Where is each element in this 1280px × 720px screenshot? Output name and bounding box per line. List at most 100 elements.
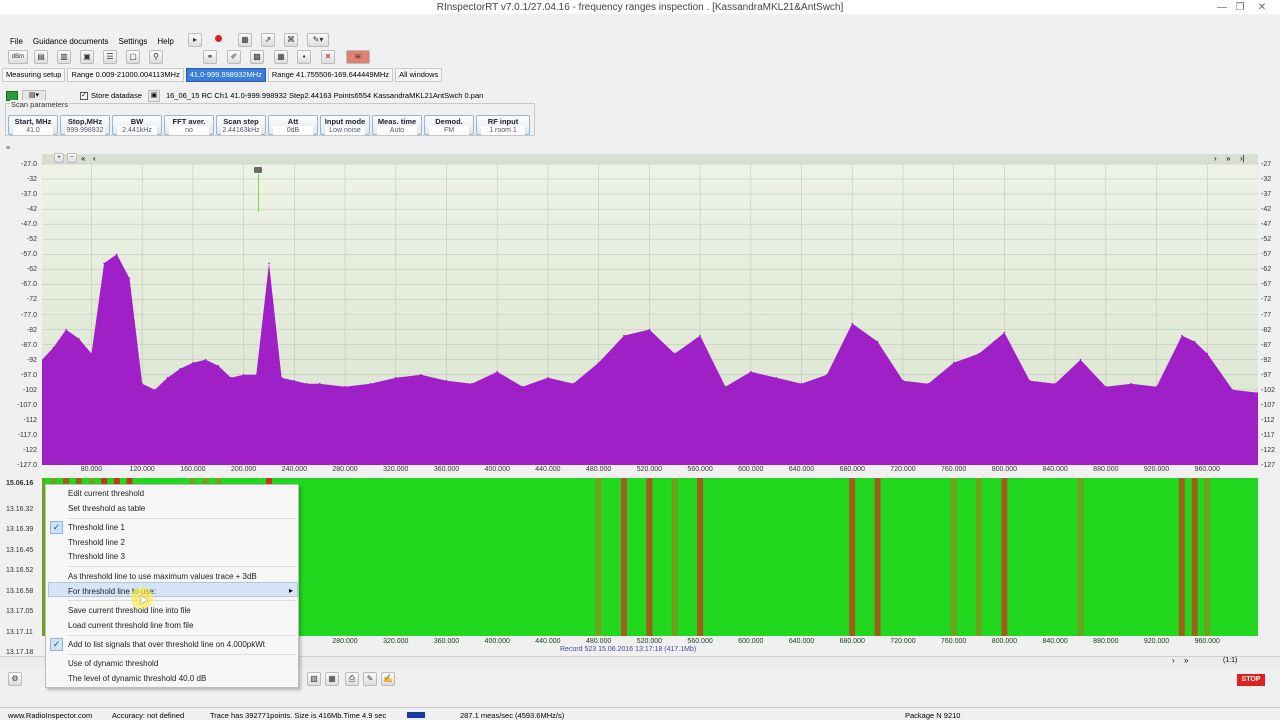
trace-point	[420, 373, 422, 376]
layout-icon[interactable]: ▤	[34, 50, 48, 64]
param-bw[interactable]: BW 2.441kHz	[112, 115, 162, 135]
status-site[interactable]: www.RadioInspector.com	[8, 708, 92, 720]
maximize-button[interactable]: ❐	[1230, 1, 1250, 14]
edit-icon[interactable]: ✐	[227, 50, 241, 64]
menu-item-dynamic-level[interactable]: The level of dynamic threshold 40.0 dB	[68, 674, 206, 683]
param-att[interactable]: Att 0dB	[268, 115, 318, 135]
tab-range-active[interactable]: 41.0-999.998932MHz	[185, 68, 266, 82]
zoom-in-icon[interactable]: +	[54, 153, 64, 163]
settings-icon[interactable]: ⚙	[8, 672, 22, 686]
trace-point	[90, 352, 93, 355]
menu-item-threshold-table[interactable]: Set threshold as table	[68, 504, 145, 513]
trace-point	[242, 373, 245, 376]
wf-scroll-last-icon[interactable]: »	[1184, 656, 1188, 665]
y-tick-label: -122	[22, 446, 37, 454]
menu-bar: File Guidance documents Settings Help	[0, 35, 174, 49]
waterfall-band	[1191, 478, 1198, 636]
scroll-first-icon[interactable]: «	[81, 154, 85, 163]
param-start[interactable]: Start, MHz 41.0	[8, 115, 58, 135]
status-bar: www.RadioInspector.com Accuracy: not def…	[0, 707, 1280, 720]
columns-icon[interactable]: ▥	[57, 50, 71, 64]
param-rf-input[interactable]: RF input 1 room 1	[476, 115, 530, 135]
tab-all-windows[interactable]: All windows	[395, 68, 443, 82]
trace-point	[128, 277, 131, 280]
marker-line	[258, 174, 259, 212]
y-tick-label: -57.0	[21, 251, 37, 259]
y-tick-label: -32	[26, 176, 37, 184]
tools-dropdown[interactable]: ✎▾	[307, 33, 329, 47]
waterfall-band	[1001, 478, 1008, 636]
unit-selector[interactable]: dBm	[8, 50, 28, 64]
minimize-button[interactable]: —	[1212, 1, 1232, 14]
chart-scrollbar[interactable]	[42, 154, 1258, 164]
stop-button[interactable]: STOP	[1237, 674, 1265, 686]
waterfall-x-label: 640.000	[788, 638, 815, 645]
y-tick-label-right: -82	[1261, 326, 1272, 334]
store-database-checkbox[interactable]: ✓	[80, 92, 88, 100]
param-scan-step[interactable]: Scan step 2.44163kHz	[216, 115, 266, 135]
menu-item-threshold-1[interactable]: Threshold line 1	[68, 523, 125, 532]
menu-help[interactable]: Help	[157, 35, 173, 49]
report-icon[interactable]: ▦	[325, 672, 339, 686]
trace-point	[78, 337, 80, 340]
tab-range-full[interactable]: Range 0.009-21000.004113MHz	[67, 68, 184, 82]
list-icon[interactable]: ☰	[103, 50, 117, 64]
menu-item-threshold-3[interactable]: Threshold line 3	[68, 552, 125, 561]
export-icon[interactable]: ⇗	[261, 33, 275, 47]
play-button[interactable]: ▸	[188, 33, 202, 47]
waterfall-time-label: 13.16.58	[6, 587, 34, 595]
scroll-left-icon[interactable]: ‹	[93, 154, 96, 163]
menu-item-max-trace[interactable]: As threshold line to use maximum values …	[68, 572, 257, 581]
close-button[interactable]: ✕	[1252, 1, 1272, 14]
param-demod[interactable]: Demod. FM	[424, 115, 474, 135]
zoom-out-icon[interactable]: −	[67, 153, 77, 163]
menu-item-add-signals[interactable]: Add to list signals that over threshold …	[68, 640, 265, 649]
tab-range-sub[interactable]: Range 41.755506-169.644449MHz	[267, 68, 394, 82]
menu-item-threshold-2[interactable]: Threshold line 2	[68, 538, 125, 547]
window-icon[interactable]: ▣	[80, 50, 94, 64]
y-tick-label-right: -37	[1261, 191, 1272, 199]
menu-item-dynamic-threshold[interactable]: Use of dynamic threshold	[68, 659, 158, 668]
param-fft-aver[interactable]: FFT aver. no	[164, 115, 214, 135]
antenna-icon[interactable]: ⚲	[149, 50, 163, 64]
y-tick-label: -117.0	[17, 431, 37, 439]
tab-measuring-setup[interactable]: Measuring setup	[2, 68, 66, 82]
trace-point	[927, 382, 930, 385]
print-icon[interactable]: ⎙	[345, 672, 359, 686]
save-icon[interactable]: ▪	[297, 50, 311, 64]
param-input-mode[interactable]: Input mode Low noise	[320, 115, 370, 135]
delete-icon[interactable]: ✕	[321, 50, 335, 64]
waterfall-band	[595, 478, 602, 636]
scroll-right-icon[interactable]: ›	[1214, 154, 1217, 163]
x-tick-label: 920.000	[1143, 466, 1170, 473]
wf-scroll-right-icon[interactable]: ›	[1172, 656, 1175, 665]
menu-guidance-documents[interactable]: Guidance documents	[33, 35, 109, 49]
param-meas-time[interactable]: Meas. time Auto	[372, 115, 422, 135]
mode-icon[interactable]: ≋	[346, 50, 370, 64]
scroll-last-icon[interactable]: »	[1226, 154, 1230, 163]
chart-icon[interactable]: ▩	[250, 50, 264, 64]
param-stop[interactable]: Stop,MHz 999.998932	[60, 115, 110, 135]
scroll-end-icon[interactable]: ›|	[1240, 154, 1245, 163]
menu-item-save-threshold[interactable]: Save current threshold line into file	[68, 606, 191, 615]
menu-separator	[68, 566, 296, 567]
grid-icon[interactable]: ▦	[238, 33, 252, 47]
menu-file[interactable]: File	[10, 35, 23, 49]
folder-icon[interactable]: ▣	[148, 90, 160, 102]
panel-icon[interactable]: ▢	[126, 50, 140, 64]
table-icon[interactable]: ▦	[274, 50, 288, 64]
menu-item-edit-threshold[interactable]: Edit current threshold	[68, 489, 144, 498]
capture-icon[interactable]: ▨	[307, 672, 321, 686]
search-icon[interactable]: ⚭	[203, 50, 217, 64]
menu-item-load-threshold[interactable]: Load current threshold line from file	[68, 621, 193, 630]
menu-settings[interactable]: Settings	[119, 35, 148, 49]
marker-icon[interactable]	[254, 167, 262, 173]
pen-icon[interactable]: ✍	[381, 672, 395, 686]
network-icon[interactable]: ⌘	[284, 33, 298, 47]
record-icon[interactable]	[215, 35, 222, 42]
draw-icon[interactable]: ✎	[363, 672, 377, 686]
trace-point	[1181, 334, 1183, 337]
spectrum-chart[interactable]: + − « ‹ › » ›|	[42, 153, 1258, 465]
y-tick-label: -47.0	[21, 221, 37, 229]
y-tick-label: -127.0	[17, 462, 37, 469]
